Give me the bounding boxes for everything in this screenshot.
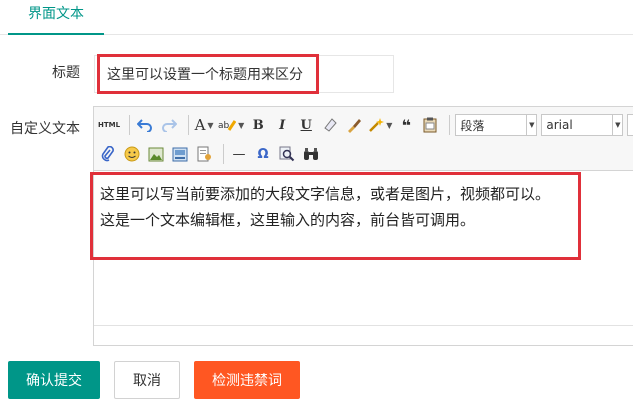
font-size-select[interactable] [627, 114, 633, 136]
underline-button[interactable]: U [296, 114, 316, 136]
eraser-button[interactable] [320, 114, 340, 136]
undo-icon [137, 119, 153, 132]
emoji-icon [124, 146, 140, 162]
brush-icon [348, 119, 362, 133]
magic-wand-button[interactable]: ▼ [368, 114, 392, 136]
format-brush-button[interactable] [344, 114, 364, 136]
binoculars-icon [304, 148, 318, 160]
caret-down-icon: ▼ [612, 115, 622, 135]
attachment-button[interactable] [98, 143, 118, 165]
redo-icon [162, 119, 178, 132]
magic-wand-icon [369, 118, 385, 132]
rich-text-editor: HTML A ▼ ab ▼ B I U ▼ ❝ 段落 ▼ arial ▼ — Ω… [93, 106, 633, 346]
editor-content-area[interactable]: 这里可以写当前要添加的大段文字信息，或者是图片，视频都可以。 这是一个文本编辑框… [100, 181, 575, 233]
toolbar-separator [449, 115, 451, 135]
highlight-pen-icon: ab [218, 120, 237, 131]
bold-button[interactable]: B [248, 114, 268, 136]
document-icon [197, 146, 211, 162]
content-line: 这里可以写当前要添加的大段文字信息，或者是图片，视频都可以。 [100, 185, 551, 203]
special-char-button[interactable]: Ω [253, 143, 273, 165]
emoticon-button[interactable] [122, 143, 142, 165]
horizontal-rule-button[interactable]: — [229, 143, 249, 165]
caret-down-icon: ▼ [386, 120, 393, 130]
font-family-select[interactable]: arial ▼ [541, 114, 624, 136]
page: 界面文本 标题 自定义文本 HTML A▼ ab▼ [0, 0, 633, 418]
eraser-icon [324, 118, 337, 132]
title-input-wrapper [94, 55, 394, 93]
tab-interface-text[interactable]: 界面文本 [8, 0, 104, 35]
clipboard-icon [423, 117, 437, 133]
caret-down-icon: ▼ [526, 115, 536, 135]
toolbar-separator [223, 144, 224, 164]
html-source-button[interactable]: HTML [98, 114, 120, 136]
check-banned-words-button[interactable]: 检测违禁词 [194, 361, 300, 399]
insert-video-button[interactable] [170, 143, 190, 165]
font-family-value: arial [546, 118, 573, 132]
toolbar-row-1: HTML A ▼ ab ▼ B I U ▼ ❝ 段落 ▼ arial ▼ [98, 113, 633, 137]
editor-toolbar: HTML A ▼ ab ▼ B I U ▼ ❝ 段落 ▼ arial ▼ — Ω [94, 107, 633, 171]
search-replace-button[interactable] [277, 143, 297, 165]
tab-bar: 界面文本 [0, 0, 633, 35]
content-line: 这是一个文本编辑框，这里输入的内容，前台皆可调用。 [100, 211, 476, 229]
magnifier-icon [279, 146, 295, 162]
toolbar-separator [188, 115, 190, 135]
italic-button[interactable]: I [272, 114, 292, 136]
insert-image-button[interactable] [146, 143, 166, 165]
blockquote-button[interactable]: ❝ [396, 114, 416, 136]
paragraph-format-value: 段落 [460, 118, 485, 133]
caret-down-icon: ▼ [238, 120, 245, 130]
toolbar-row-2: — Ω [98, 142, 325, 166]
toolbar-separator [129, 115, 131, 135]
video-icon [172, 147, 188, 161]
image-icon [148, 147, 164, 161]
submit-button[interactable]: 确认提交 [8, 361, 100, 399]
insert-file-button[interactable] [194, 143, 214, 165]
custom-text-label: 自定义文本 [10, 121, 80, 137]
highlight-color-button[interactable]: ab ▼ [218, 114, 244, 136]
font-color-icon: A [194, 116, 206, 134]
title-input[interactable] [99, 56, 393, 92]
svg-text:ab: ab [218, 121, 230, 131]
paste-text-button[interactable] [420, 114, 440, 136]
undo-button[interactable] [135, 114, 155, 136]
redo-button[interactable] [159, 114, 179, 136]
cancel-button[interactable]: 取消 [114, 361, 180, 399]
font-color-button[interactable]: A ▼ [194, 114, 214, 136]
caret-down-icon: ▼ [207, 120, 214, 130]
editor-status-bar [94, 325, 633, 345]
title-label: 标题 [52, 65, 80, 81]
paragraph-format-select[interactable]: 段落 ▼ [455, 114, 538, 136]
preview-button[interactable] [301, 143, 321, 165]
paperclip-icon [101, 146, 114, 162]
